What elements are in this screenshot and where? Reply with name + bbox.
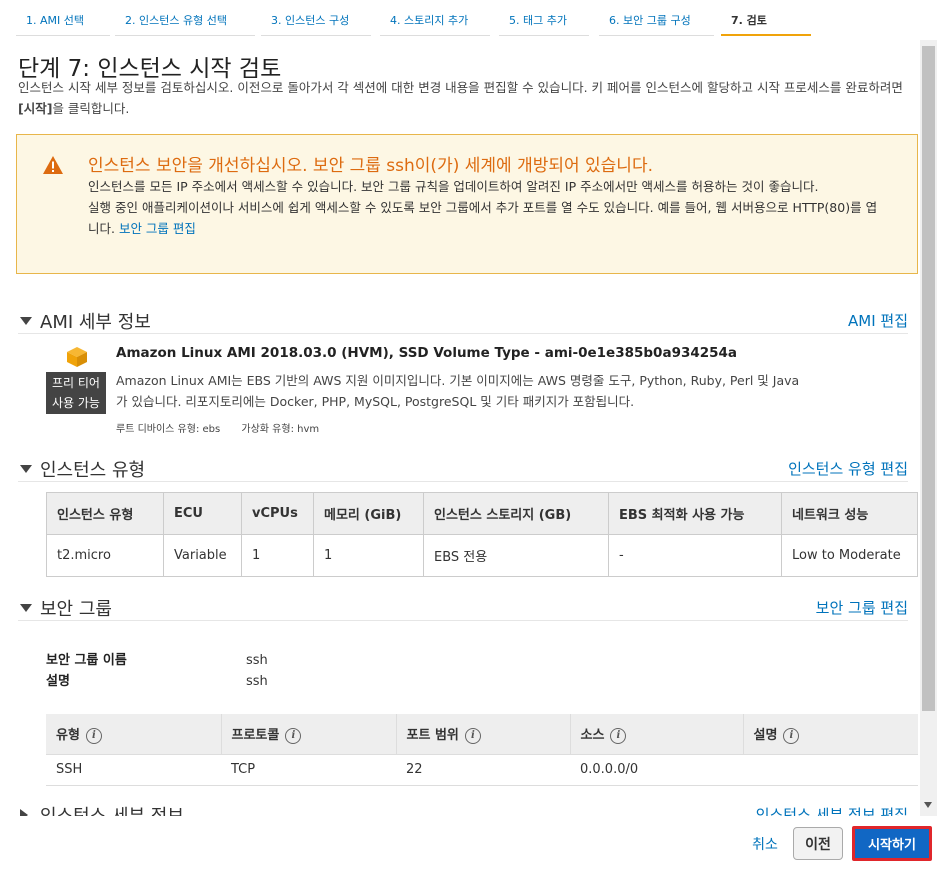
review-content: 단계 7: 인스턴스 시작 검토 인스턴스 시작 세부 정보를 검토하십시오. … bbox=[0, 40, 920, 816]
column-header: 소스 i bbox=[569, 714, 743, 755]
security-group-section-header[interactable]: 보안 그룹 보안 그룹 편집 bbox=[18, 595, 908, 621]
cancel-button[interactable]: 취소 bbox=[740, 829, 790, 859]
edit-security-group-link[interactable]: 보안 그룹 편집 bbox=[816, 597, 908, 618]
edit-ami-link[interactable]: AMI 편집 bbox=[848, 310, 908, 331]
wizard-tabs: 1. AMI 선택 2. 인스턴스 유형 선택 3. 인스턴스 구성 4. 스토… bbox=[0, 0, 920, 40]
table-cell: 1 bbox=[241, 534, 314, 577]
free-tier-badge: 프리 티어 사용 가능 bbox=[46, 372, 106, 414]
info-icon[interactable]: i bbox=[464, 727, 481, 744]
ami-section-title: AMI 세부 정보 bbox=[40, 312, 151, 333]
previous-button[interactable]: 이전 bbox=[793, 827, 843, 860]
tab-choose-instance-type[interactable]: 2. 인스턴스 유형 선택 bbox=[115, 6, 255, 36]
column-header: ECU bbox=[163, 492, 242, 535]
info-icon[interactable]: i bbox=[285, 727, 302, 744]
caret-down-icon[interactable] bbox=[20, 317, 32, 325]
warning-triangle-icon bbox=[43, 156, 63, 174]
caret-down-icon[interactable] bbox=[20, 465, 32, 473]
column-header: 메모리 (GiB) bbox=[313, 492, 424, 535]
instance-type-table: 인스턴스 유형 ECU vCPUs 메모리 (GiB) 인스턴스 스토리지 (G… bbox=[46, 492, 918, 577]
instance-type-section-header[interactable]: 인스턴스 유형 인스턴스 유형 편집 bbox=[18, 456, 908, 482]
tab-add-tags[interactable]: 5. 태그 추가 bbox=[499, 6, 589, 36]
tab-configure-security-group[interactable]: 6. 보안 그룹 구성 bbox=[599, 6, 714, 36]
amazon-box-icon bbox=[67, 347, 87, 367]
ami-root-device: 루트 디바이스 유형: ebs bbox=[116, 424, 221, 435]
tab-add-storage[interactable]: 4. 스토리지 추가 bbox=[380, 6, 490, 36]
security-warning-box: 인스턴스 보안을 개선하십시오. 보안 그룹 ssh이(가) 세계에 개방되어 … bbox=[16, 134, 918, 274]
instance-details-section-title: 인스턴스 세부 정보 bbox=[40, 802, 184, 816]
page-intro: 인스턴스 시작 세부 정보를 검토하십시오. 이전으로 돌아가서 각 섹션에 대… bbox=[18, 80, 903, 116]
caret-right-icon[interactable] bbox=[20, 809, 28, 816]
tab-review[interactable]: 7. 검토 bbox=[721, 6, 811, 36]
table-cell: 1 bbox=[313, 534, 424, 577]
table-row: t2.micro Variable 1 1 EBS 전용 - Low to Mo… bbox=[46, 534, 918, 577]
table-cell: t2.micro bbox=[46, 534, 164, 577]
column-header: vCPUs bbox=[241, 492, 314, 535]
wizard-footer: 취소 이전 시작하기 bbox=[0, 816, 944, 874]
table-cell bbox=[743, 754, 918, 786]
info-icon[interactable]: i bbox=[610, 727, 627, 744]
table-cell: 22 bbox=[396, 754, 570, 786]
vertical-scrollbar[interactable] bbox=[920, 40, 937, 816]
edit-security-group-link[interactable]: 보안 그룹 편집 bbox=[119, 221, 196, 236]
ami-meta: 루트 디바이스 유형: ebs 가상화 유형: hvm bbox=[116, 420, 337, 435]
edit-instance-type-link[interactable]: 인스턴스 유형 편집 bbox=[788, 458, 908, 479]
table-cell: 0.0.0.0/0 bbox=[570, 754, 743, 786]
sg-desc-label: 설명 bbox=[46, 674, 70, 689]
instance-type-section-title: 인스턴스 유형 bbox=[40, 460, 146, 481]
tab-configure-instance[interactable]: 3. 인스턴스 구성 bbox=[261, 6, 371, 36]
table-cell: - bbox=[608, 534, 782, 577]
edit-instance-details-link[interactable]: 인스턴스 세부 정보 편집 bbox=[756, 804, 908, 816]
info-icon[interactable]: i bbox=[85, 727, 102, 744]
table-cell: Low to Moderate bbox=[781, 534, 918, 577]
sg-name-label: 보안 그룹 이름 bbox=[46, 653, 127, 668]
info-icon[interactable]: i bbox=[783, 727, 800, 744]
table-row: SSH TCP 22 0.0.0.0/0 bbox=[46, 754, 918, 786]
tab-choose-ami[interactable]: 1. AMI 선택 bbox=[16, 6, 110, 36]
column-header: 인스턴스 유형 bbox=[46, 492, 164, 535]
table-cell: SSH bbox=[46, 754, 221, 786]
instance-details-section-header[interactable]: 인스턴스 세부 정보 인스턴스 세부 정보 편집 bbox=[18, 802, 908, 816]
table-cell: EBS 전용 bbox=[423, 534, 609, 577]
security-group-section-title: 보안 그룹 bbox=[40, 599, 112, 620]
scroll-down-arrow-icon[interactable] bbox=[924, 802, 932, 808]
sg-desc-value: ssh bbox=[246, 674, 268, 689]
column-header: 포트 범위 i bbox=[395, 714, 570, 755]
security-rules-table: 유형 i 프로토콜 i 포트 범위 i 소스 i 설명 i SSH TCP 22 0.0.… bbox=[46, 714, 918, 786]
sg-name-value: ssh bbox=[246, 653, 268, 668]
column-header: 설명 i bbox=[742, 714, 918, 755]
column-header: 네트워크 성능 bbox=[781, 492, 918, 535]
warning-body: 인스턴스를 모든 IP 주소에서 액세스할 수 있습니다. 보안 그룹 규칙을 … bbox=[88, 176, 883, 239]
launch-button[interactable]: 시작하기 bbox=[852, 826, 932, 861]
table-cell: TCP bbox=[221, 754, 396, 786]
ami-section-header[interactable]: AMI 세부 정보 AMI 편집 bbox=[18, 308, 908, 334]
scrollbar-thumb[interactable] bbox=[922, 46, 935, 711]
table-cell: Variable bbox=[163, 534, 242, 577]
table-header-row: 인스턴스 유형 ECU vCPUs 메모리 (GiB) 인스턴스 스토리지 (G… bbox=[46, 492, 918, 535]
ami-description: Amazon Linux AMI는 EBS 기반의 AWS 지원 이미지입니다.… bbox=[116, 373, 800, 409]
column-header: 인스턴스 스토리지 (GB) bbox=[423, 492, 609, 535]
warning-title: 인스턴스 보안을 개선하십시오. 보안 그룹 ssh이(가) 세계에 개방되어 … bbox=[88, 156, 653, 176]
warning-line: 인스턴스를 모든 IP 주소에서 액세스할 수 있습니다. 보안 그룹 규칙을 … bbox=[88, 179, 819, 194]
ami-virtualization: 가상화 유형: hvm bbox=[241, 424, 320, 435]
table-header-row: 유형 i 프로토콜 i 포트 범위 i 소스 i 설명 i bbox=[46, 714, 918, 755]
column-header: 프로토콜 i bbox=[220, 714, 396, 755]
caret-down-icon[interactable] bbox=[20, 604, 32, 612]
warning-line: 실행 중인 애플리케이션이나 서비스에 쉽게 액세스할 수 있도록 보안 그룹에… bbox=[88, 200, 878, 236]
column-header: 유형 i bbox=[46, 714, 221, 755]
column-header: EBS 최적화 사용 가능 bbox=[608, 492, 782, 535]
ami-name: Amazon Linux AMI 2018.03.0 (HVM), SSD Vo… bbox=[116, 345, 738, 361]
